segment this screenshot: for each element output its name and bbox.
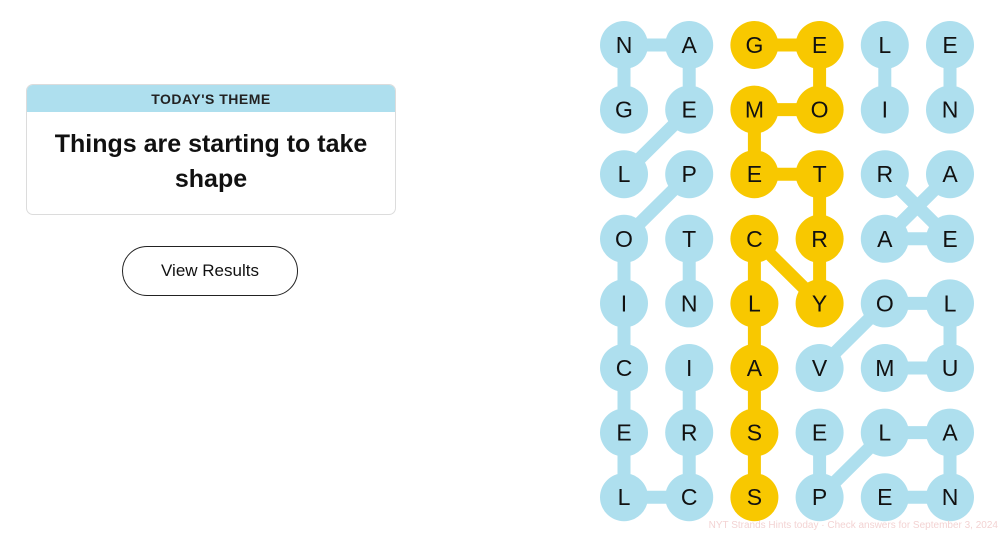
letter-cell[interactable]: L: [730, 279, 779, 328]
letter-cell[interactable]: E: [730, 150, 779, 199]
letter: N: [942, 97, 959, 123]
letter-cell[interactable]: S: [730, 473, 779, 522]
letter: G: [745, 32, 763, 58]
letter-cell[interactable]: E: [665, 85, 714, 134]
letter-cell[interactable]: L: [926, 279, 974, 328]
letter-cell[interactable]: N: [926, 85, 974, 134]
letter-cell[interactable]: T: [665, 214, 714, 263]
letter: E: [682, 97, 697, 123]
letter-cell[interactable]: R: [795, 214, 844, 263]
letter-cell[interactable]: L: [860, 408, 909, 457]
letter-cell[interactable]: Y: [795, 279, 844, 328]
letter-cell[interactable]: S: [730, 408, 779, 457]
letter-cell[interactable]: A: [926, 150, 974, 199]
letter-cell[interactable]: M: [730, 85, 779, 134]
letter: M: [875, 355, 894, 381]
letter: A: [877, 226, 893, 252]
letter: A: [942, 161, 958, 187]
letter-cell[interactable]: E: [860, 473, 909, 522]
letter-cell[interactable]: A: [860, 214, 909, 263]
letter: T: [813, 161, 827, 187]
letter: A: [747, 355, 763, 381]
letter: E: [812, 32, 827, 58]
letter: A: [942, 420, 958, 446]
letter: V: [812, 355, 828, 381]
letter-cell[interactable]: A: [730, 344, 779, 392]
letter-cell[interactable]: P: [665, 150, 714, 199]
letter: E: [877, 484, 892, 510]
letter-cell[interactable]: N: [665, 279, 714, 328]
letter: S: [747, 484, 762, 510]
letter: N: [681, 290, 698, 316]
letter-cell[interactable]: R: [665, 408, 714, 457]
letter-cell[interactable]: I: [860, 85, 909, 134]
letter-cell[interactable]: A: [665, 21, 714, 69]
letter: R: [811, 226, 828, 252]
letter-cell[interactable]: C: [665, 473, 714, 522]
letter-cell[interactable]: E: [600, 408, 648, 457]
letter: L: [618, 161, 631, 187]
letter-cell[interactable]: O: [860, 279, 909, 328]
letter-cell[interactable]: E: [795, 21, 844, 69]
letter-cell[interactable]: R: [860, 150, 909, 199]
letter: I: [882, 97, 888, 123]
letter-cell[interactable]: V: [795, 344, 844, 392]
letter: L: [748, 290, 761, 316]
letter: C: [616, 355, 633, 381]
letter: L: [618, 484, 631, 510]
letter: P: [682, 161, 697, 187]
letter-cell[interactable]: P: [795, 473, 844, 522]
letter-cell[interactable]: M: [860, 344, 909, 392]
letter: R: [681, 420, 698, 446]
letter: T: [682, 226, 696, 252]
letter: E: [812, 420, 827, 446]
letter-cell[interactable]: C: [730, 214, 779, 263]
letter-cell[interactable]: U: [926, 344, 974, 392]
letter: E: [747, 161, 762, 187]
letter-cell[interactable]: O: [795, 85, 844, 134]
letter: N: [616, 32, 633, 58]
letter: R: [876, 161, 893, 187]
watermark: NYT Strands Hints today · Check answers …: [708, 520, 998, 531]
letter-cell[interactable]: L: [600, 473, 648, 522]
letter-cell[interactable]: N: [926, 473, 974, 522]
letter-cell[interactable]: E: [795, 408, 844, 457]
letter: O: [811, 97, 829, 123]
letter-cell[interactable]: E: [926, 21, 974, 69]
letter-grid: N A G E L E G E M O I N L P E T R A O T C R A E I N L Y O L C I A V M U E R S E…: [600, 21, 974, 522]
letter-cell[interactable]: G: [730, 21, 779, 69]
letter: N: [942, 484, 959, 510]
letter: E: [942, 32, 957, 58]
letter: U: [942, 355, 959, 381]
letter: L: [944, 290, 957, 316]
letter-cell[interactable]: I: [665, 344, 714, 392]
letter: P: [812, 484, 827, 510]
letter: L: [878, 420, 891, 446]
letter-cell[interactable]: L: [860, 21, 909, 69]
letter: G: [615, 97, 633, 123]
letter: L: [878, 32, 891, 58]
letter-cell[interactable]: E: [926, 214, 974, 263]
letter: I: [621, 290, 627, 316]
letter: S: [747, 420, 762, 446]
letter: I: [686, 355, 692, 381]
letter-cell[interactable]: C: [600, 344, 648, 392]
letter: E: [616, 420, 631, 446]
letter-cell[interactable]: I: [600, 279, 648, 328]
letter: O: [615, 226, 633, 252]
letter-cell[interactable]: A: [926, 408, 974, 457]
letter-cell[interactable]: T: [795, 150, 844, 199]
letter-cell[interactable]: O: [600, 214, 648, 263]
letter: C: [746, 226, 763, 252]
letter: O: [876, 290, 894, 316]
letter: C: [681, 484, 698, 510]
letter: A: [682, 32, 698, 58]
letter: M: [745, 97, 764, 123]
letter-cell[interactable]: L: [600, 150, 648, 199]
letter-cell[interactable]: N: [600, 21, 648, 69]
letter: E: [942, 226, 957, 252]
letter-cell[interactable]: G: [600, 85, 648, 134]
letter: Y: [812, 290, 827, 316]
